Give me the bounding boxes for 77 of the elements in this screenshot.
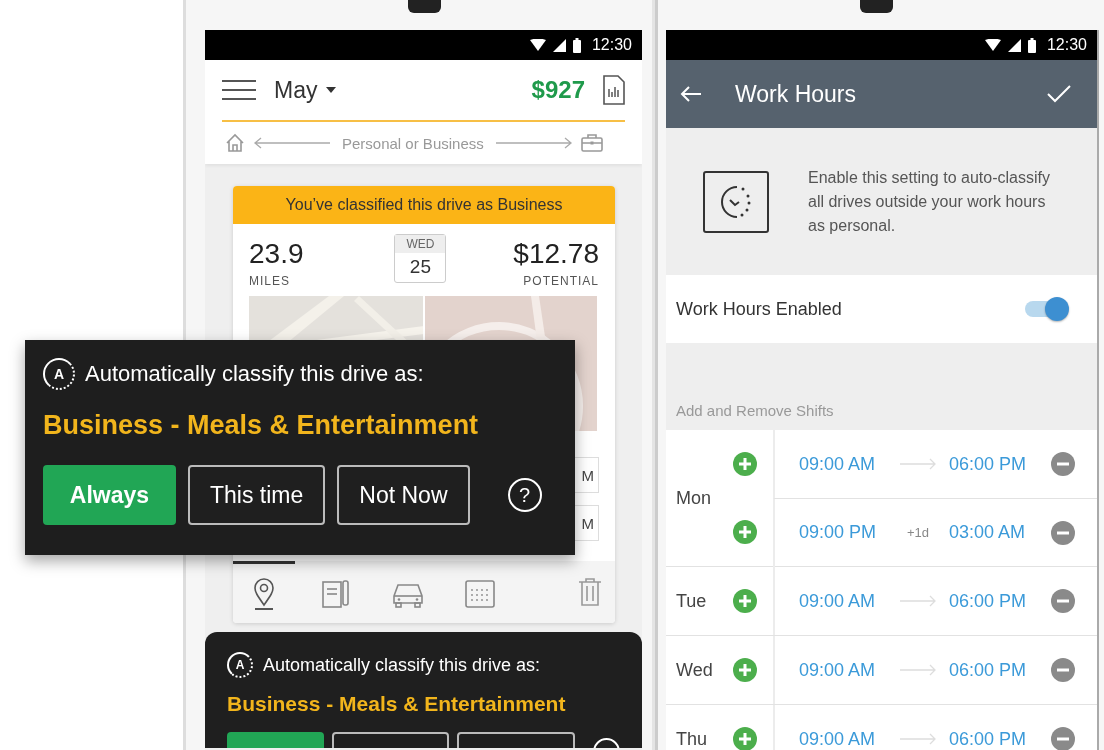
wifi-icon (529, 39, 546, 51)
add-icon[interactable] (733, 658, 757, 682)
day-label: Tue (676, 590, 708, 612)
option-button[interactable]: This time (188, 465, 326, 525)
potential-label: POTENTIAL (522, 274, 599, 288)
help-button[interactable]: ? (507, 478, 542, 512)
section-label: Add and Remove Shifts (676, 402, 834, 419)
report-icon[interactable] (603, 75, 625, 105)
info-text: Enable this setting to auto-classify all drives outside your work hours as personal. (808, 167, 1051, 236)
remove-icon[interactable] (1051, 658, 1075, 682)
classification-banner: You’ve classified this drive as Business (233, 186, 615, 224)
calendar-icon (464, 578, 496, 609)
status-time: 12:30 (591, 36, 632, 54)
remove-icon[interactable] (1051, 589, 1075, 613)
remove-icon[interactable] (1051, 520, 1075, 545)
total-amount: $927 (531, 76, 585, 104)
add-icon[interactable] (733, 727, 757, 750)
primary-button[interactable]: Always (43, 465, 176, 525)
auto-classify-badge: A (43, 358, 75, 390)
arrow-icon (899, 664, 937, 676)
wifi-icon (984, 39, 1001, 51)
arrow-icon (899, 595, 937, 607)
prompt-text: Automatically classify this drive as: (85, 361, 424, 387)
phone-speaker (408, 0, 441, 13)
next-day-label: +1d (905, 525, 931, 540)
prompt-text: Automatically classify this drive as: (263, 654, 541, 676)
start-time[interactable]: 09:00 AM (799, 453, 899, 475)
auto-classify-badge: A (227, 652, 253, 678)
end-time[interactable]: 03:00 AM (949, 522, 1049, 543)
option-button[interactable]: Not Now (337, 465, 470, 525)
miles-label: MILES (249, 274, 291, 288)
add-icon[interactable] (733, 589, 757, 613)
briefcase-icon (580, 134, 603, 152)
add-icon[interactable] (733, 452, 757, 476)
notepad-icon (321, 578, 351, 609)
day-label: Thu (676, 728, 709, 750)
end-time[interactable]: 06:00 PM (949, 728, 1049, 750)
end-time[interactable]: 06:00 PM (949, 590, 1049, 612)
check-icon[interactable] (1047, 85, 1071, 103)
arrow-icon (899, 458, 937, 470)
home-icon (225, 133, 245, 153)
end-time[interactable]: 06:00 PM (949, 453, 1049, 475)
day-label: Wed (676, 659, 714, 681)
clock-icon (703, 170, 769, 233)
month-dropdown[interactable]: May (274, 76, 337, 104)
add-icon[interactable] (733, 520, 757, 544)
back-icon[interactable] (680, 85, 702, 103)
remove-icon[interactable] (1051, 452, 1075, 476)
signal-icon (1007, 38, 1021, 52)
trash-icon[interactable] (577, 577, 603, 607)
arrow-icon (494, 137, 573, 149)
start-time[interactable]: 09:00 PM (799, 522, 899, 543)
battery-icon (1027, 37, 1036, 53)
potential-value: $12.78 (513, 238, 599, 270)
signal-icon (552, 38, 566, 52)
end-time[interactable]: 06:00 PM (949, 659, 1049, 681)
arrow-icon (253, 137, 331, 149)
category-text: Business - Meals & Entertainment (227, 692, 567, 716)
toggle-label: Work Hours Enabled (676, 298, 843, 320)
status-time: 12:30 (1046, 36, 1087, 54)
start-time[interactable]: 09:00 AM (799, 590, 899, 612)
swipe-hint: Personal or Business (342, 134, 484, 152)
arrow-icon (899, 733, 937, 745)
day-label: Mon (676, 487, 712, 509)
pin-icon (251, 577, 277, 610)
menu-icon[interactable] (222, 79, 256, 101)
caret-icon (326, 87, 337, 93)
miles-value: 23.9 (249, 238, 304, 270)
start-time[interactable]: 09:00 AM (799, 659, 899, 681)
day-number: 25 (408, 255, 432, 279)
start-time[interactable]: 09:00 AM (799, 728, 899, 750)
category-text: Business - Meals & Entertainment (43, 410, 480, 441)
weekday: WED (395, 235, 446, 253)
screen-title: Work Hours (735, 80, 856, 108)
battery-icon (572, 37, 581, 53)
remove-icon[interactable] (1051, 727, 1075, 750)
phone-speaker (860, 0, 893, 13)
